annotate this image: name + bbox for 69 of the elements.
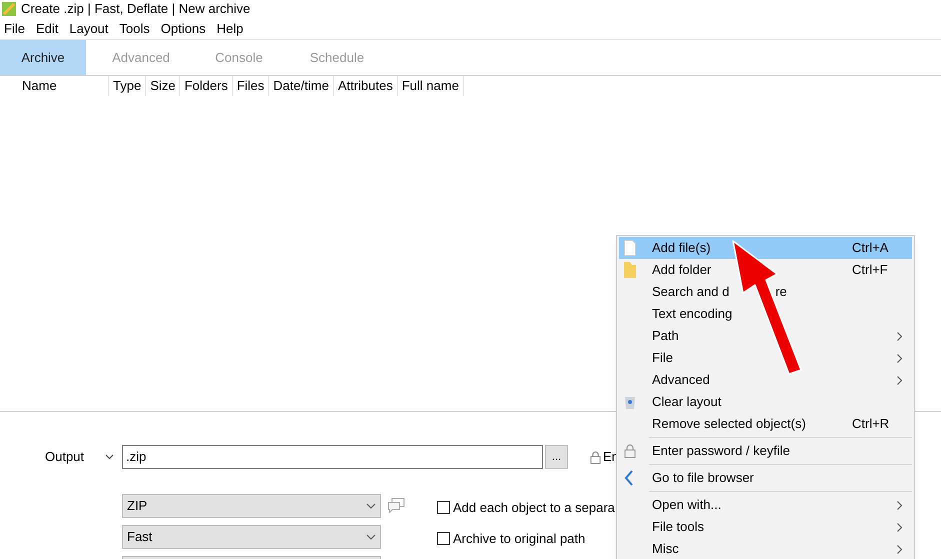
menu-bar-item[interactable]: Help [216,18,244,38]
context-menu-item[interactable]: File [619,347,912,369]
menu-bar-item[interactable]: Edit [36,18,58,38]
output-path-field[interactable]: .zip [122,445,543,469]
menu-item-label: Enter password / keyfile [652,442,792,460]
dropdown-select[interactable]: Fast [122,525,381,549]
menu-item-label: Open with... [652,496,722,514]
checkbox[interactable] [437,501,450,514]
menu-item-label: Misc [652,540,680,558]
menu-item-label: re [775,283,787,302]
menu-item-label: Add folder [652,261,712,280]
shortcut-label: Ctrl+F [852,261,889,280]
context-menu-item[interactable]: Path [619,325,912,347]
menu-item-label: Path [652,327,680,346]
checkbox[interactable] [437,532,450,545]
context-menu-item[interactable]: Text encoding [619,303,912,325]
dropdown-select[interactable]: ZIP [122,494,381,518]
menu-item-label: Clear layout [652,393,722,412]
tab[interactable]: Archive [0,40,86,75]
context-menu-item[interactable]: Search and d re [619,281,912,303]
menu-item-label: Add file(s) [652,239,712,258]
window-title: Create .zip | Fast, Deflate | New archive [21,0,250,18]
column-header[interactable]: Name [18,76,109,96]
menu-item-label: File tools [652,518,706,536]
menu-item-label: Search and d [652,283,730,302]
menu-item-label: Text encoding [652,305,734,324]
column-header[interactable]: Full name [398,76,464,96]
context-menu-item[interactable]: Go to file browser [619,467,912,489]
checkbox-label: Archive to original path [453,530,586,548]
output-label: Output [45,448,86,466]
menu-item-label: Go to file browser [652,469,755,488]
recycle-bin-icon [624,395,636,409]
shortcut-label: Ctrl+R [852,415,890,434]
menu-item-label: File [652,349,674,368]
menu-bar-item[interactable]: Layout [69,18,108,38]
context-menu-item[interactable]: Add folder Ctrl+F [619,259,912,281]
column-header[interactable]: Attributes [334,76,398,96]
chevron-down-icon[interactable] [105,454,114,460]
chevron-down-icon [366,503,376,509]
file-icon [624,240,636,256]
browse-button[interactable]: ... [545,445,568,469]
menu-item-label: Remove selected object(s) [652,415,807,434]
app-logo-icon [2,2,16,16]
context-menu-item[interactable]: Open with... [619,494,912,516]
checkbox-label: Add each object to a separa [453,499,615,517]
column-header[interactable]: Date/time [269,76,334,96]
chevron-down-icon [366,534,376,540]
column-header[interactable]: Folders [180,76,233,96]
menu-bar-item[interactable]: Options [160,18,206,38]
chevron-left-icon [624,470,634,486]
context-menu-item[interactable]: Clear layout [619,391,912,413]
lock-icon [624,444,636,458]
context-menu-item[interactable]: Advanced [619,369,912,391]
menu-bar-item[interactable]: Tools [119,18,150,38]
lock-icon [590,450,601,464]
shortcut-label: Ctrl+A [852,239,890,258]
context-menu-item[interactable]: Add file(s) Ctrl+A [619,237,912,259]
column-header[interactable]: Files [232,76,270,96]
context-menu-item[interactable]: Remove selected object(s) Ctrl+R [619,413,912,435]
dropdown-value: ZIP [127,497,148,516]
menu-item-label: Advanced [652,371,711,390]
menu-bar-item[interactable]: File [4,18,25,38]
context-menu-item[interactable]: Enter password / keyfile [619,440,912,462]
folder-icon [624,262,636,278]
column-header[interactable]: Size [146,76,180,96]
context-menu-item[interactable]: Misc [619,538,912,559]
dropdown-value: Fast [127,528,152,546]
context-menu-item[interactable]: File tools [619,516,912,538]
column-header[interactable]: Type [109,76,146,96]
